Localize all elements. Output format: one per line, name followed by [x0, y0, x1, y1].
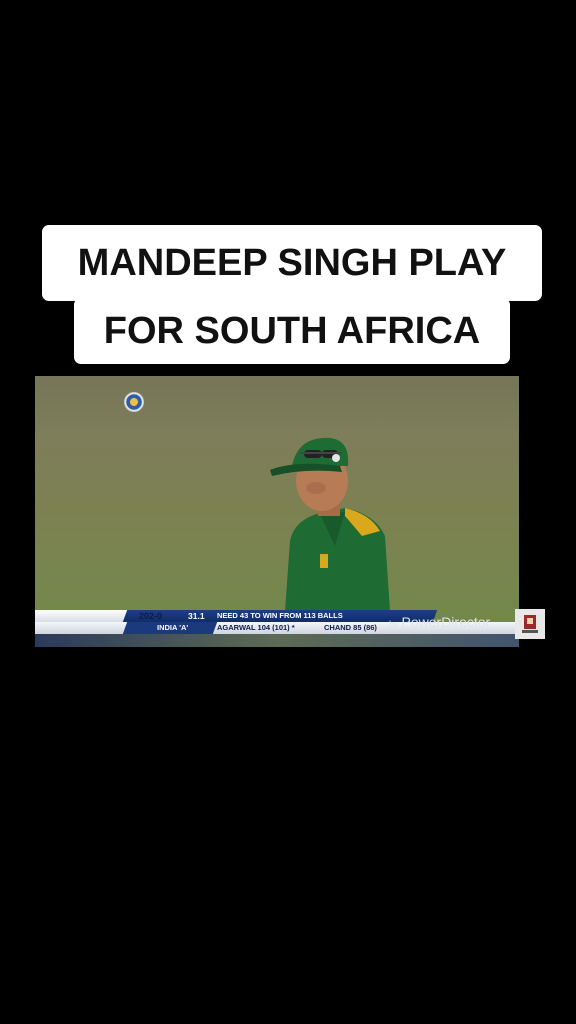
- score-overs: 31.1: [188, 611, 205, 621]
- caption-line-1: MANDEEP SINGH PLAY: [42, 225, 542, 301]
- video-bottom-strip: [35, 634, 519, 647]
- score-requirement: NEED 43 TO WIN FROM 113 BALLS: [217, 611, 343, 620]
- batsman-2: CHAND 85 (86): [324, 623, 377, 632]
- watermark-text: PowerDirector: [401, 614, 491, 630]
- caption-text-2: FOR SOUTH AFRICA: [103, 310, 481, 352]
- bcci-logo-icon: [124, 392, 144, 412]
- scoreboard: 202-0 31.1 NEED 43 TO WIN FROM 113 BALLS…: [35, 610, 519, 634]
- batsman-1: AGARWAL 104 (101) *: [217, 623, 295, 632]
- watermark-by: by: [389, 619, 399, 629]
- powerdirector-watermark: by PowerDirector: [389, 614, 490, 630]
- caption-text-1: MANDEEP SINGH PLAY: [77, 242, 507, 284]
- scoreboard-top-left-band: [35, 610, 135, 622]
- caption-line-2: FOR SOUTH AFRICA: [74, 298, 510, 364]
- video-frame[interactable]: 202-0 31.1 NEED 43 TO WIN FROM 113 BALLS…: [35, 376, 519, 647]
- score-total: 202-0: [139, 611, 163, 621]
- badge-emblem-icon: [522, 615, 538, 633]
- batting-team: INDIA 'A': [157, 623, 189, 632]
- player-figure: [270, 437, 390, 611]
- app-badge-icon: [515, 609, 545, 639]
